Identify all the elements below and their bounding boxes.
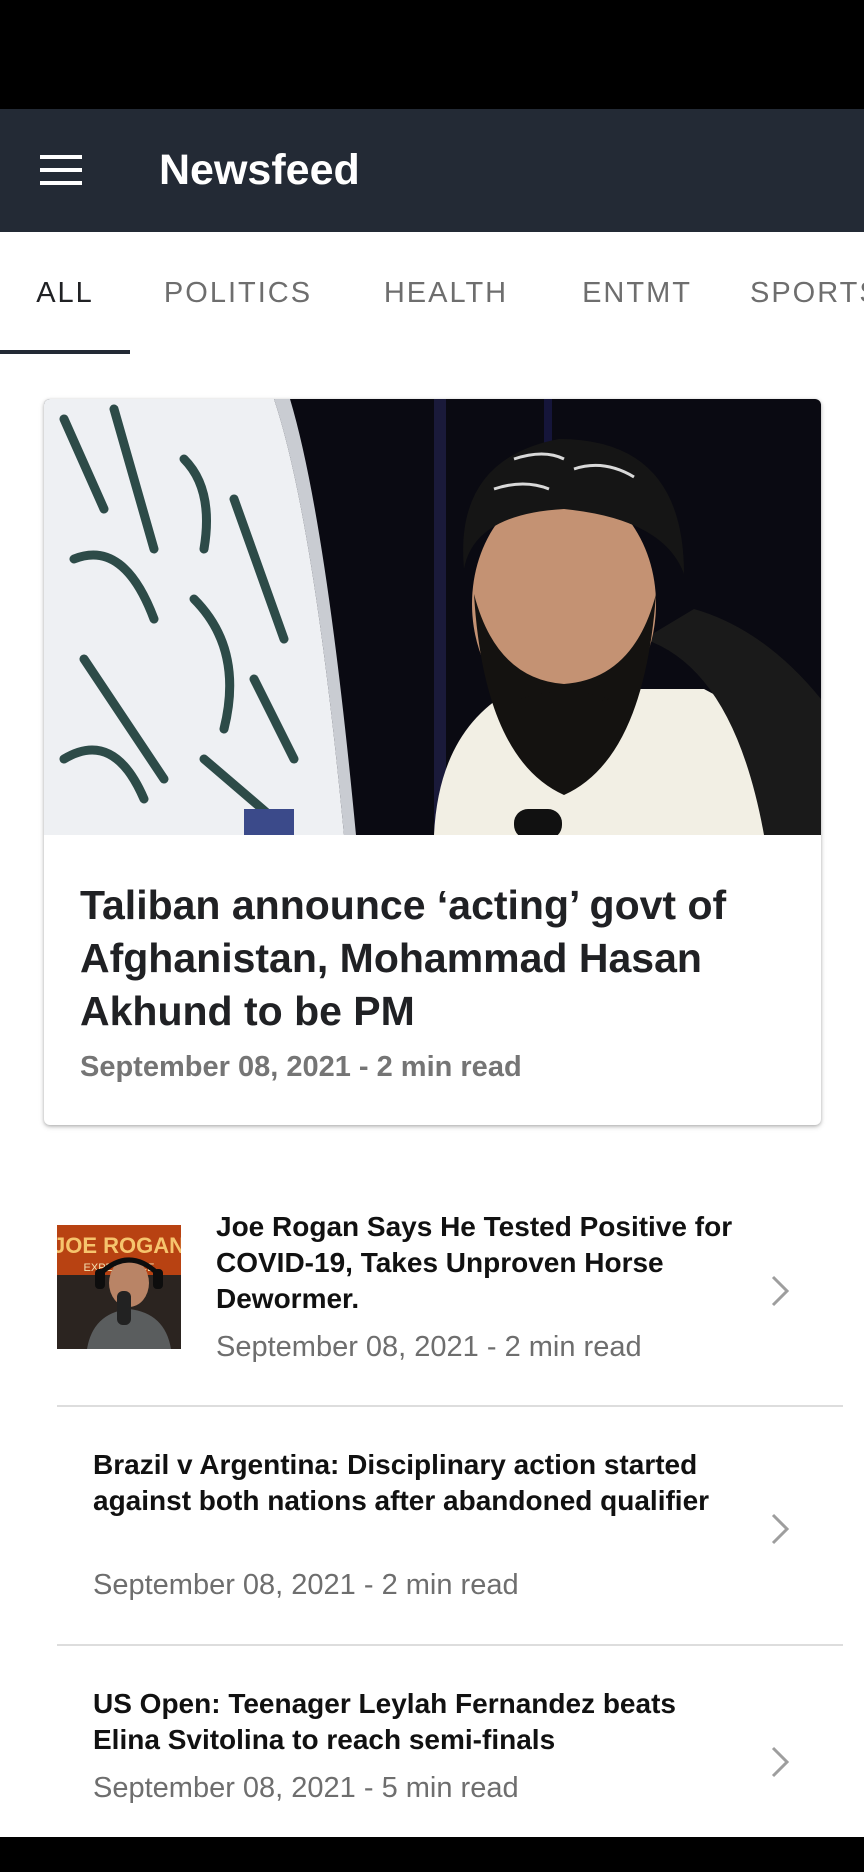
article-title: US Open: Teenager Leylah Fernandez beats…	[93, 1688, 676, 1755]
thumbnail-image: JOE ROGAN EXPERIENCE	[57, 1225, 181, 1349]
tab-entmt[interactable]: ENTMT	[566, 232, 708, 354]
svg-text:JOE ROGAN: JOE ROGAN	[57, 1233, 181, 1258]
list-item[interactable]: Brazil v Argentina: Disciplinary action …	[57, 1407, 843, 1646]
hamburger-menu-icon	[40, 155, 82, 185]
article-title: Joe Rogan Says He Tested Positive for CO…	[216, 1211, 733, 1314]
featured-article-meta: September 08, 2021 - 2 min read	[80, 1051, 522, 1083]
app-title: Newsfeed	[159, 146, 360, 194]
tab-health[interactable]: HEALTH	[366, 232, 526, 354]
article-meta: September 08, 2021 - 2 min read	[93, 1569, 519, 1601]
tab-sports[interactable]: SPORTS	[750, 232, 864, 354]
chevron-right-icon	[769, 1273, 793, 1309]
menu-button[interactable]	[30, 139, 92, 201]
article-meta: September 08, 2021 - 2 min read	[216, 1331, 642, 1363]
app-bar: Newsfeed	[0, 109, 864, 232]
tab-all[interactable]: ALL	[0, 232, 130, 354]
navigation-bar	[0, 1837, 864, 1872]
list-item[interactable]: JOE ROGAN EXPERIENCE Joe Rogan Says He T…	[57, 1185, 843, 1407]
article-meta: September 08, 2021 - 5 min read	[93, 1772, 519, 1804]
list-item[interactable]: US Open: Teenager Leylah Fernandez beats…	[57, 1646, 843, 1837]
tab-politics[interactable]: POLITICS	[150, 232, 326, 354]
featured-article-card[interactable]: Taliban announce ‘acting’ govt of Afghan…	[44, 399, 821, 1125]
chevron-right-icon	[769, 1511, 793, 1547]
category-tabs: ALL POLITICS HEALTH ENTMT SPORTS	[0, 232, 864, 354]
active-tab-indicator	[0, 350, 130, 354]
featured-article-image	[44, 399, 821, 835]
chevron-right-icon	[769, 1744, 793, 1780]
article-title: Brazil v Argentina: Disciplinary action …	[93, 1449, 710, 1516]
status-bar	[0, 0, 864, 109]
featured-article-title: Taliban announce ‘acting’ govt of Afghan…	[80, 882, 727, 1034]
article-thumbnail: JOE ROGAN EXPERIENCE	[57, 1225, 181, 1349]
